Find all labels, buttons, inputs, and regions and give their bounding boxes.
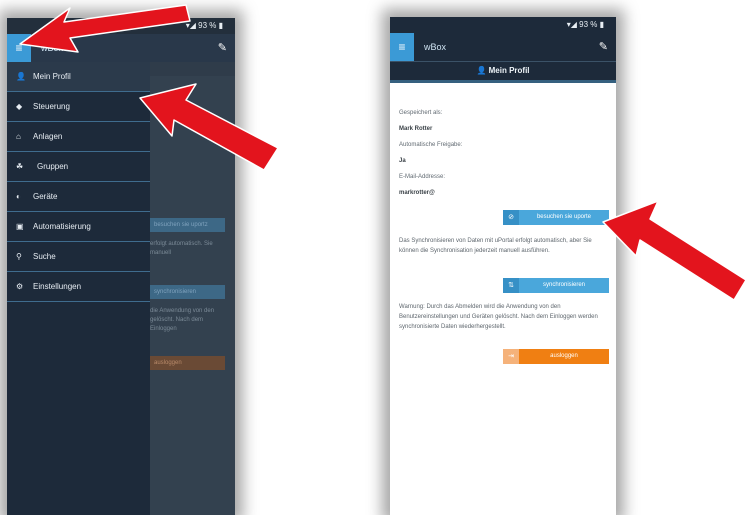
hamburger-icon[interactable]: ≡ bbox=[390, 33, 414, 61]
drawer-item-mein-profil[interactable]: 👤 Mein Profil bbox=[7, 62, 150, 92]
page-title: 👤 Mein Profil bbox=[390, 62, 616, 80]
gear-icon: ⚙ bbox=[16, 282, 24, 291]
pencil-icon[interactable]: ✎ bbox=[599, 33, 608, 61]
app-title: wBox bbox=[41, 43, 64, 53]
drawer-item-geraete[interactable]: ◐ Geräte bbox=[7, 182, 150, 212]
saved-as-value: Mark Rotter bbox=[399, 126, 433, 132]
link-icon: ⊘ bbox=[503, 210, 519, 225]
sync-description: Das Synchronisieren von Daten mit uPorta… bbox=[399, 238, 592, 254]
sync-button[interactable]: ⇅ synchronisieren bbox=[503, 278, 609, 293]
drawer-item-label: Geräte bbox=[33, 192, 58, 201]
visit-uportal-button[interactable]: ⊘ besuchen sie uporte bbox=[503, 210, 609, 225]
saved-as-label: Gespeichert als: bbox=[399, 110, 443, 116]
right-phone-screenshot: ▾◢ 93 % ▮ ≡ wBox ✎ 👤 Mein Profil Gespeic… bbox=[390, 17, 616, 515]
status-bar: ▾◢ 93 % ▮ bbox=[390, 17, 616, 33]
pencil-icon[interactable]: ✎ bbox=[218, 34, 227, 62]
auto-release-label: Automatische Freigabe: bbox=[399, 142, 463, 148]
drawer-item-label: Anlagen bbox=[33, 132, 63, 141]
dimmed-sync-button: synchronisieren bbox=[150, 285, 225, 299]
dimmed-logout-button: ausloggen bbox=[150, 356, 225, 370]
search-icon: ⚲ bbox=[16, 252, 22, 261]
home-icon: ⌂ bbox=[16, 132, 21, 141]
arrow-to-visit-button bbox=[602, 200, 746, 301]
logout-button[interactable]: ⇥ ausloggen bbox=[503, 349, 609, 364]
drawer-item-suche[interactable]: ⚲ Suche bbox=[7, 242, 150, 272]
drawer-item-label: Gruppen bbox=[37, 162, 69, 171]
auto-release-value: Ja bbox=[399, 158, 406, 164]
email-value: markrotter@ bbox=[399, 190, 435, 196]
drawer-item-label: Steuerung bbox=[33, 102, 70, 111]
hamburger-icon[interactable]: ≡ bbox=[7, 34, 31, 62]
logout-warning: Warnung: Durch das Abmelden wird die Anw… bbox=[399, 304, 598, 330]
left-phone-screenshot: ▾◢ 93 % ▮ ≡ wBox ✎ besuchen sie uportz e… bbox=[7, 18, 235, 515]
app-bar: ≡ wBox ✎ bbox=[390, 33, 616, 61]
group-icon: ☘ bbox=[16, 162, 24, 171]
drawer-item-label: Suche bbox=[33, 252, 56, 261]
drawer-item-steuerung[interactable]: ◆ Steuerung bbox=[7, 92, 150, 122]
visit-uportal-label: besuchen sie uporte bbox=[536, 214, 592, 220]
automation-icon: ▣ bbox=[16, 222, 24, 231]
app-bar: ≡ wBox ✎ bbox=[7, 34, 235, 62]
drawer-item-automatisierung[interactable]: ▣ Automatisierung bbox=[7, 212, 150, 242]
page-header: 👤 Mein Profil bbox=[390, 61, 616, 83]
status-bar: ▾◢ 93 % ▮ bbox=[7, 18, 235, 34]
person-icon: 👤 bbox=[16, 72, 26, 81]
dimmed-sync-text: erfolgt automatisch. Sie manuell bbox=[150, 241, 213, 256]
drawer-item-label: Automatisierung bbox=[33, 222, 91, 231]
drawer-item-einstellungen[interactable]: ⚙ Einstellungen bbox=[7, 272, 150, 302]
email-label: E-Mail-Addresse: bbox=[399, 174, 446, 180]
navigation-drawer: 👤 Mein Profil ◆ Steuerung ⌂ Anlagen ☘ Gr… bbox=[7, 62, 150, 515]
drawer-item-anlagen[interactable]: ⌂ Anlagen bbox=[7, 122, 150, 152]
drawer-item-label: Einstellungen bbox=[33, 282, 82, 291]
page-title-text: Mein Profil bbox=[488, 66, 530, 75]
drawer-item-label: Mein Profil bbox=[33, 72, 71, 81]
sync-label: synchronisieren bbox=[542, 282, 586, 288]
sync-icon: ⇅ bbox=[503, 278, 519, 293]
logout-icon: ⇥ bbox=[503, 349, 519, 364]
person-icon: 👤 bbox=[476, 66, 489, 75]
app-title: wBox bbox=[424, 42, 447, 52]
control-icon: ◆ bbox=[16, 102, 23, 111]
dimmed-warning-text: die Anwendung von den gelöscht. Nach dem… bbox=[150, 308, 215, 332]
device-icon: ◐ bbox=[16, 192, 21, 201]
drawer-item-gruppen[interactable]: ☘ Gruppen bbox=[7, 152, 150, 182]
dimmed-visit-button: besuchen sie uportz bbox=[150, 218, 225, 232]
logout-label: ausloggen bbox=[550, 353, 578, 359]
